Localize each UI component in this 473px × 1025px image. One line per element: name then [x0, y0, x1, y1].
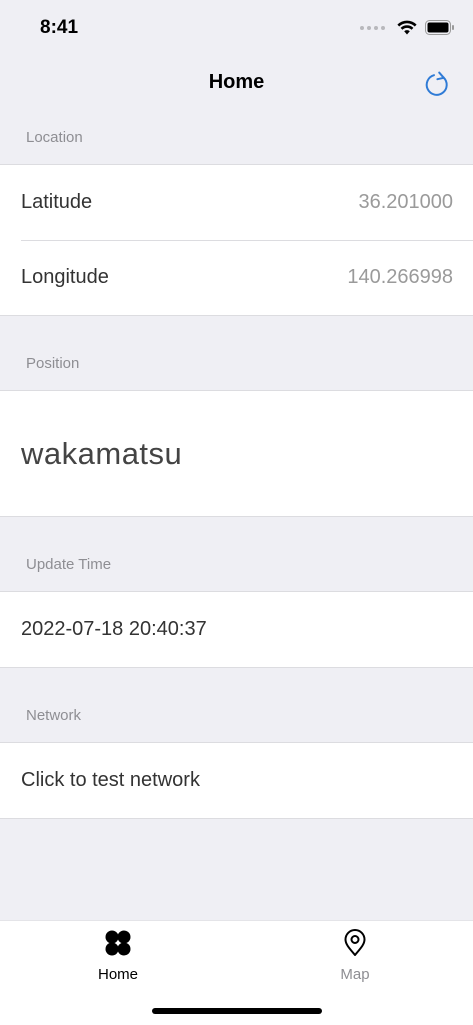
- test-network-button[interactable]: Click to test network: [0, 743, 473, 818]
- signal-icon: [360, 25, 385, 30]
- battery-icon: [425, 20, 454, 35]
- latitude-row: Latitude 36.201000: [0, 165, 473, 240]
- tab-home-label: Home: [97, 966, 138, 983]
- tab-home[interactable]: Home: [58, 929, 178, 983]
- refresh-button[interactable]: [421, 68, 453, 100]
- longitude-row: Longitude 140.266998: [0, 240, 473, 315]
- page-title: Home: [208, 71, 265, 93]
- location-pin-icon: [344, 929, 366, 956]
- update-time-row: 2022-07-18 20:40:37: [0, 592, 473, 667]
- status-icons: [360, 20, 455, 35]
- update-time-group: 2022-07-18 20:40:37: [0, 591, 473, 668]
- longitude-label: Longitude: [21, 266, 109, 288]
- wifi-icon: [397, 20, 417, 35]
- location-group: Latitude 36.201000 Longitude 140.266998: [0, 164, 473, 316]
- tab-map[interactable]: Map: [295, 929, 415, 983]
- longitude-value: 140.266998: [347, 266, 453, 288]
- navigation-bar: Home: [0, 58, 473, 110]
- grid-clover-icon: [105, 930, 131, 956]
- refresh-icon: [425, 71, 448, 96]
- position-row: wakamatsu: [0, 391, 473, 516]
- status-time: 8:41: [40, 17, 79, 38]
- position-value: wakamatsu: [21, 435, 183, 471]
- network-group: Click to test network: [0, 742, 473, 819]
- update-time-value: 2022-07-18 20:40:37: [21, 618, 207, 640]
- position-group: wakamatsu: [0, 390, 473, 517]
- status-bar: 8:41: [0, 0, 473, 58]
- latitude-value: 36.201000: [358, 191, 453, 213]
- tab-map-label: Map: [340, 966, 370, 983]
- test-network-label: Click to test network: [21, 769, 200, 791]
- home-indicator: [152, 1008, 322, 1014]
- latitude-label: Latitude: [21, 191, 93, 213]
